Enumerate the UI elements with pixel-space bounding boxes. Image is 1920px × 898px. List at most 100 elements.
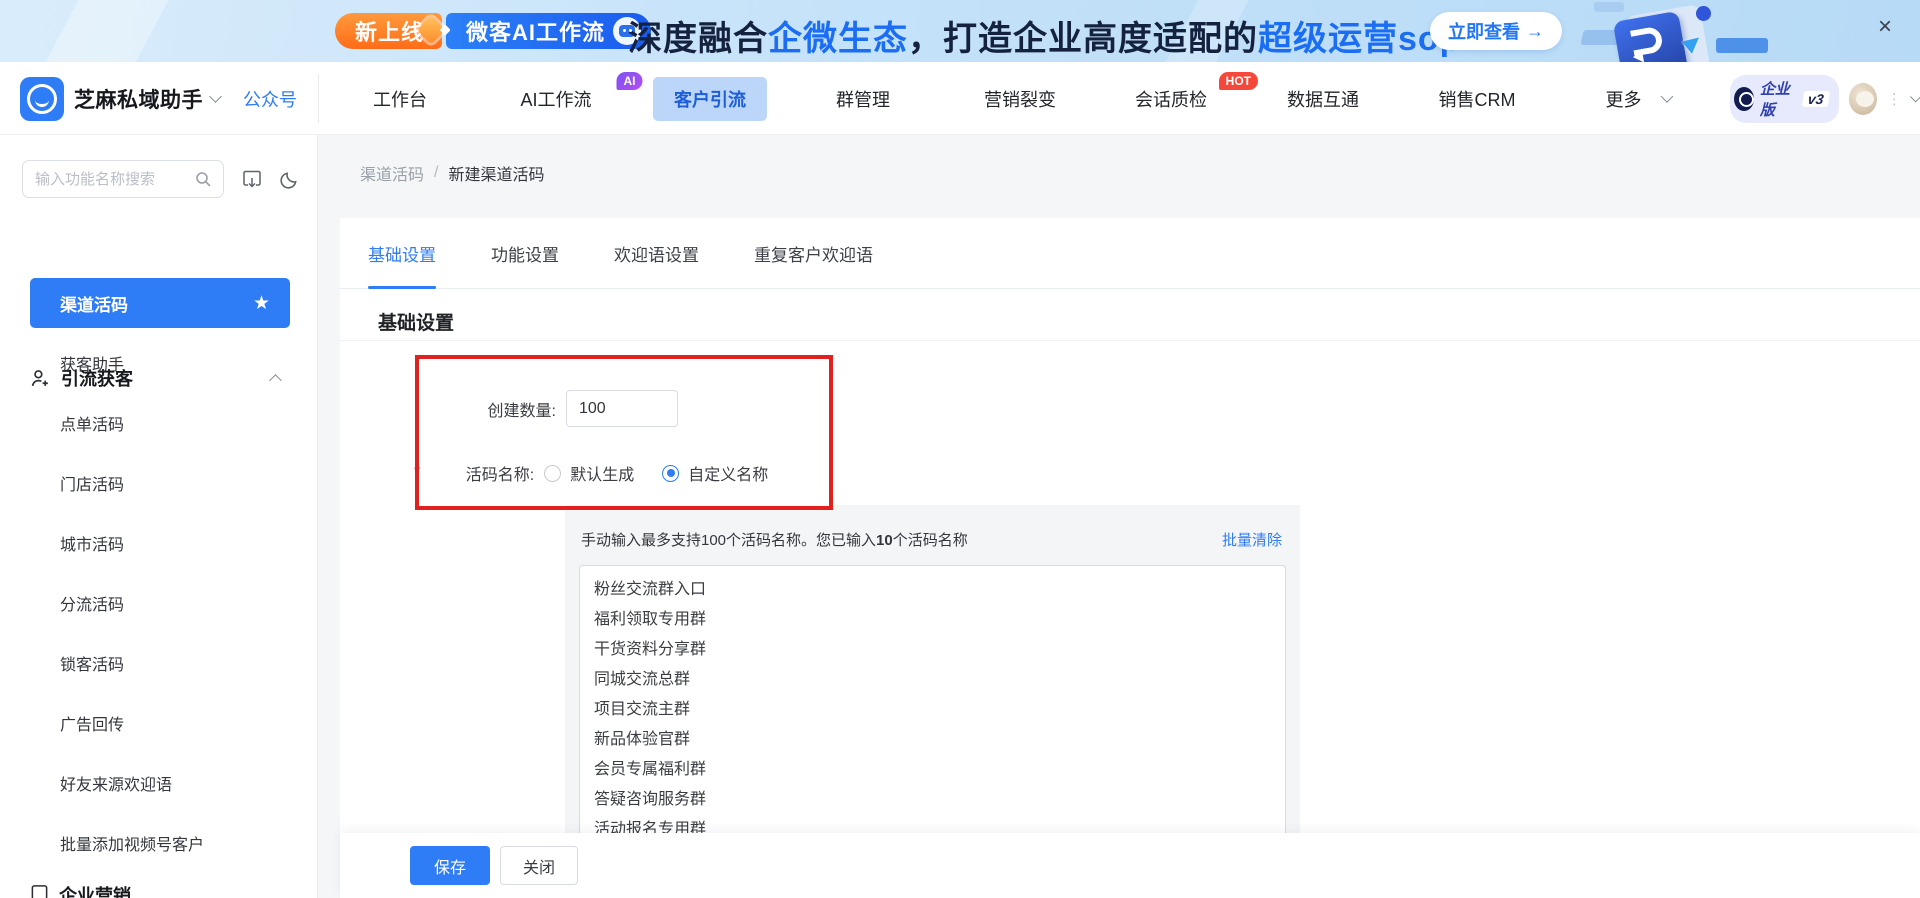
sidebar-item-acquisition-assistant[interactable]: 获客助手 — [0, 333, 318, 393]
sidebar-item-lock-code[interactable]: 锁客活码 — [0, 633, 318, 693]
names-textarea[interactable]: 粉丝交流群入口 福利领取专用群 干货资料分享群 同城交流总群 项目交流主群 新品… — [579, 565, 1286, 843]
breadcrumb-current: 新建渠道活码 — [448, 167, 545, 184]
sidebar-section-label: 企业营销 — [59, 886, 131, 898]
banner-decoration — [36, 0, 174, 62]
tab-welcome-settings[interactable]: 欢迎语设置 — [614, 218, 699, 288]
radio-icon — [544, 464, 562, 482]
save-button[interactable]: 保存 — [410, 846, 490, 885]
create-count-input[interactable] — [566, 390, 678, 427]
name-line: 会员专属福利群 — [594, 761, 707, 778]
sidebar-item-order-code[interactable]: 点单活码 — [0, 393, 318, 453]
sidebar-item-batch-add-video-customers[interactable]: 批量添加视频号客户 — [0, 813, 318, 873]
chevron-down-icon — [209, 90, 222, 103]
ai-badge: AI — [616, 72, 643, 90]
nav-item-sales-crm[interactable]: 销售CRM — [1418, 62, 1537, 135]
nav-item-label: 更多 — [1605, 89, 1642, 110]
tab-label: 欢迎语设置 — [614, 245, 699, 265]
nav-item-workbench[interactable]: 工作台 — [352, 62, 448, 135]
brand-selector[interactable]: 芝麻私域助手 — [74, 62, 222, 135]
radio-default-generate[interactable]: 默认生成 — [544, 461, 634, 485]
radio-label: 默认生成 — [570, 467, 635, 484]
headline-text: 深度融合 — [628, 20, 768, 58]
banner-cta-button[interactable]: 立即查看 → — [1430, 12, 1562, 50]
breadcrumb-separator: / — [434, 164, 439, 181]
edition-badge[interactable]: 企业版 v3 — [1730, 74, 1839, 123]
star-icon[interactable]: ★ — [253, 292, 270, 315]
form-footer: 保存 关闭 — [340, 833, 1920, 898]
edition-version: v3 — [1801, 90, 1830, 107]
nav-item-ai-workflow[interactable]: AI工作流 AI — [499, 62, 643, 135]
nav-item-label: AI工作流 — [520, 89, 592, 110]
nav-item-label: 数据互通 — [1287, 89, 1359, 110]
top-navbar: 芝麻私域助手 公众号 工作台 AI工作流 AI 客户引流 群管理 营销裂变 会话… — [0, 62, 1920, 135]
flow-arrowhead-icon — [1624, 48, 1645, 62]
radio-custom-name[interactable]: 自定义名称 — [662, 461, 768, 485]
sidebar-section-partial[interactable]: 企业营销 — [30, 882, 131, 898]
radio-label: 自定义名称 — [688, 467, 769, 484]
close-button[interactable]: 关闭 — [500, 846, 578, 885]
dark-mode-moon-icon[interactable] — [280, 170, 299, 189]
headline-highlight: 企微生态 — [768, 20, 908, 58]
code-name-row: * 活码名称: 默认生成 自定义名称 — [414, 456, 768, 490]
hint-text: 手动输入最多支持100个活码名称。您已输入 — [581, 532, 877, 549]
tab-label: 重复客户欢迎语 — [754, 245, 873, 265]
edition-logo-icon — [1734, 86, 1754, 111]
user-zone: 企业版 v3 ⋮ — [1730, 62, 1920, 135]
sidebar-item-channel-code-active[interactable]: 渠道活码 ★ — [30, 278, 290, 328]
board-icon — [30, 883, 49, 898]
nav-item-label: 群管理 — [836, 89, 890, 110]
nav-item-session-qc[interactable]: 会话质检 HOT — [1114, 62, 1258, 135]
name-line: 福利领取专用群 — [594, 611, 707, 628]
required-asterisk: * — [414, 464, 421, 481]
code-name-label: 活码名称: — [465, 467, 535, 484]
nav-item-group-management[interactable]: 群管理 — [815, 62, 911, 135]
hint-count: 10 — [876, 532, 893, 549]
floating-tag — [1594, 2, 1624, 12]
sidebar-item-friend-source-welcome[interactable]: 好友来源欢迎语 — [0, 753, 318, 813]
divider — [340, 340, 1920, 341]
sidebar-item-store-code[interactable]: 门店活码 — [0, 453, 318, 513]
hint-text: 个活码名称 — [892, 532, 968, 549]
sidebar-item-label: 渠道活码 — [60, 295, 128, 315]
content-area: 渠道活码 / 新建渠道活码 基础设置 功能设置 欢迎语设置 重复客户欢迎语 基础… — [318, 135, 1920, 898]
sidebar-item-split-code[interactable]: 分流活码 — [0, 573, 318, 633]
chevron-down-icon — [1660, 90, 1674, 103]
code-name-radio-group: 默认生成 自定义名称 — [544, 461, 768, 485]
banner-close-icon[interactable]: × — [1870, 12, 1900, 42]
official-account-link[interactable]: 公众号 — [243, 62, 297, 135]
radio-checked-icon — [662, 464, 680, 482]
search-input[interactable] — [35, 170, 195, 188]
sidebar-item-ad-callback[interactable]: 广告回传 — [0, 693, 318, 753]
nav-item-marketing-fission[interactable]: 营销裂变 — [963, 62, 1077, 135]
floating-tag — [1716, 38, 1768, 53]
nav-item-more[interactable]: 更多 — [1585, 62, 1674, 135]
nav-item-customer-acquisition[interactable]: 客户引流 — [653, 62, 767, 135]
more-options-icon[interactable]: ⋮ — [1887, 90, 1902, 108]
name-line: 项目交流主群 — [594, 701, 691, 718]
breadcrumb-parent[interactable]: 渠道活码 — [360, 161, 424, 185]
edition-name: 企业版 — [1759, 80, 1790, 119]
banner-headline: 深度融合企微生态，打造企业高度适配的超级运营sop — [628, 11, 1461, 60]
tab-function-settings[interactable]: 功能设置 — [491, 218, 559, 288]
sidebar-search-row — [22, 160, 299, 198]
chevron-down-icon[interactable] — [1909, 90, 1920, 103]
name-line: 干货资料分享群 — [594, 641, 707, 658]
promo-banner: 新上线 微客AI工作流 深度融合企微生态，打造企业高度适配的超级运营sop 立即… — [0, 0, 1920, 62]
headline-text: ，打造企业高度适配的 — [908, 20, 1258, 58]
nav-item-label: 工作台 — [373, 89, 427, 110]
tab-repeat-customer-welcome[interactable]: 重复客户欢迎语 — [754, 218, 873, 288]
nav-item-data-exchange[interactable]: 数据互通 — [1266, 62, 1380, 135]
app-window: 新上线 微客AI工作流 深度融合企微生态，打造企业高度适配的超级运营sop 立即… — [0, 0, 1920, 898]
sidebar-item-city-code[interactable]: 城市活码 — [0, 513, 318, 573]
search-icon — [195, 171, 211, 187]
name-line: 同城交流总群 — [594, 671, 691, 688]
tab-basic-settings[interactable]: 基础设置 — [368, 218, 436, 289]
search-box[interactable] — [22, 160, 224, 198]
import-window-icon[interactable] — [242, 170, 262, 189]
batch-clear-link[interactable]: 批量清除 — [1222, 529, 1282, 550]
app-logo-icon — [20, 77, 64, 121]
nav-item-label: 营销裂变 — [984, 89, 1056, 110]
arrow-right-icon: → — [1526, 20, 1544, 41]
user-avatar[interactable] — [1848, 82, 1877, 115]
breadcrumb: 渠道活码 / 新建渠道活码 — [360, 161, 544, 185]
